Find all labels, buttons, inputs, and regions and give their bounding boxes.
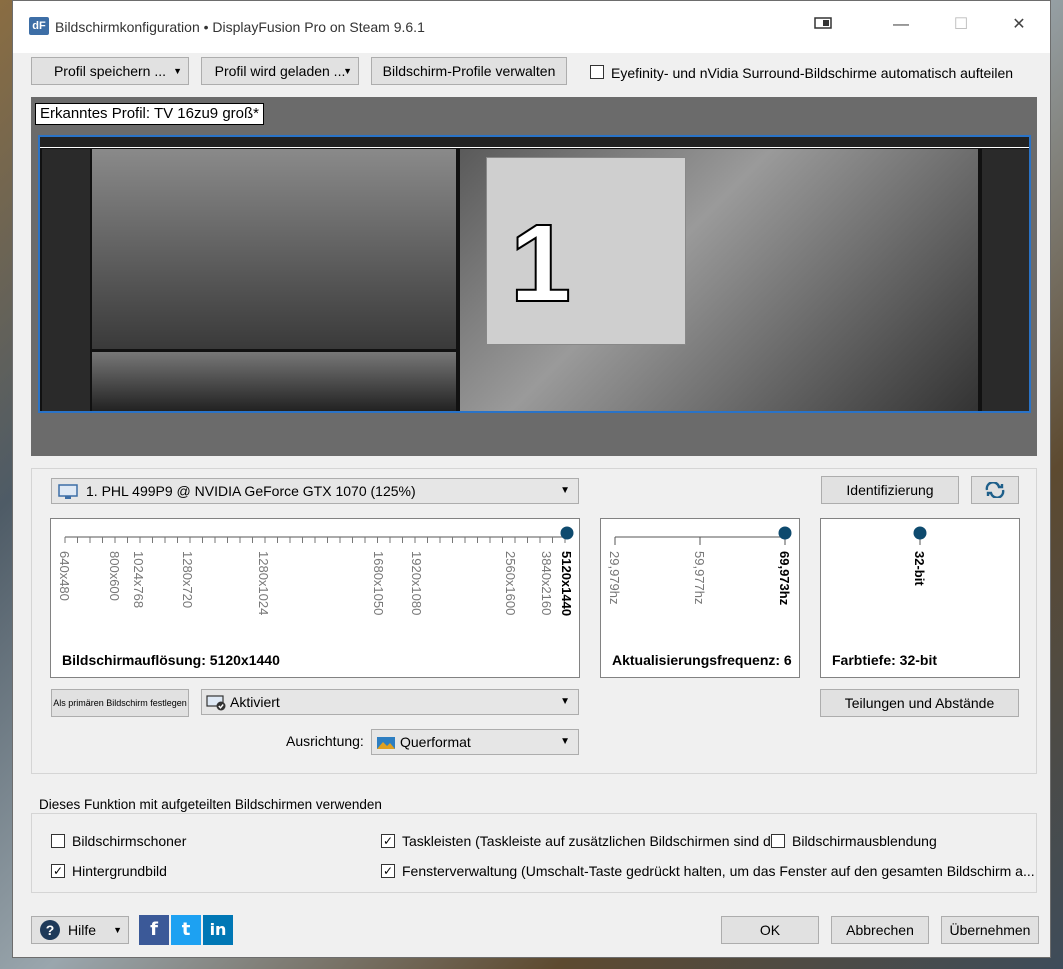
resolution-tick-label: 1280x1024 xyxy=(256,551,271,616)
chevron-down-icon: ▼ xyxy=(113,925,122,935)
resolution-slider-box: 640x480 800x600 1024x768 1280x720 1280x1024 1… xyxy=(50,518,580,678)
eyefinity-label: Eyefinity- und nVidia Surround-Bildschir… xyxy=(611,65,1014,81)
minimize-icon[interactable]: — xyxy=(881,9,921,41)
taskbar-strip xyxy=(40,137,1029,148)
linkedin-icon[interactable]: in xyxy=(203,915,233,945)
app-icon: dF xyxy=(29,17,49,35)
load-profile-label: Profil wird geladen ... xyxy=(214,63,346,79)
right-widget-pane xyxy=(982,149,1029,411)
resolution-tick-label: 1024x768 xyxy=(131,551,146,609)
cancel-button[interactable]: Abbrechen xyxy=(831,916,929,944)
load-profile-button[interactable]: Profil wird geladen ... ▼ xyxy=(201,57,359,85)
refresh-tick-label: 59,977hz xyxy=(692,551,707,605)
resolution-tick-label: 800x600 xyxy=(107,551,122,601)
detected-profile-label: Erkanntes Profil: TV 16zu9 groß* xyxy=(35,103,264,125)
bear-wallpaper-pane: 1 xyxy=(460,149,978,411)
monitor-select[interactable]: 1. PHL 499P9 @ NVIDIA GeForce GTX 1070 (… xyxy=(51,478,579,504)
screensaver-label: Bildschirmschoner xyxy=(72,833,187,849)
splits-button[interactable]: Teilungen und Abstände xyxy=(820,689,1019,717)
monitor-icon xyxy=(58,484,78,499)
wallpaper-label: Hintergrundbild xyxy=(72,863,167,879)
resolution-tick-label: 2560x1600 xyxy=(503,551,518,616)
refresh-slider-thumb[interactable] xyxy=(778,526,792,540)
manage-profiles-button[interactable]: Bildschirm-Profile verwalten xyxy=(371,57,567,85)
refresh-tick-label: 29,979hz xyxy=(607,551,622,605)
monitor-number: 1 xyxy=(509,202,572,325)
ok-button[interactable]: OK xyxy=(721,916,819,944)
twitter-icon[interactable]: t xyxy=(171,915,201,945)
monitor-preview-area: Erkanntes Profil: TV 16zu9 groß* 1 xyxy=(31,97,1037,456)
status-select[interactable]: Aktiviert ▼ xyxy=(201,689,579,715)
chevron-down-icon: ▼ xyxy=(560,736,570,747)
landscape-icon xyxy=(377,737,395,749)
help-label: Hilfe xyxy=(68,922,97,938)
facebook-icon[interactable]: f xyxy=(139,915,169,945)
orientation-select[interactable]: Querformat ▼ xyxy=(371,729,579,755)
depth-slider-box: 32-bit Farbtiefe: 32-bit xyxy=(820,518,1020,678)
resolution-label: Bildschirmauflösung: 5120x1440 xyxy=(62,652,280,668)
refresh-slider-box: 29,979hz 59,977hz 69,973hz Aktualisierun… xyxy=(600,518,800,678)
orientation-value: Querformat xyxy=(400,734,471,750)
save-profile-button[interactable]: Profil speichern ... ▼ xyxy=(31,57,189,85)
resolution-tick-label: 1280x720 xyxy=(180,551,195,609)
chevron-down-icon: ▼ xyxy=(560,485,570,496)
chevron-down-icon: ▼ xyxy=(560,696,570,707)
resolution-slider-thumb[interactable] xyxy=(560,526,574,540)
bottom-left-pane xyxy=(92,352,456,411)
resolution-tick-label: 640x480 xyxy=(57,551,72,601)
monitor-1-preview[interactable]: 1 xyxy=(38,135,1031,413)
split-features-panel xyxy=(31,813,1037,893)
fading-label: Bildschirmausblendung xyxy=(792,833,937,849)
split-features-heading: Dieses Funktion mit aufgeteilten Bildsch… xyxy=(39,797,382,812)
help-button[interactable]: ? Hilfe ▼ xyxy=(31,916,129,944)
snap-icon[interactable] xyxy=(803,9,843,41)
wolf-wallpaper-pane xyxy=(92,149,456,349)
taskbars-checkbox[interactable]: ✓ xyxy=(381,834,395,848)
maximize-icon[interactable]: ☐ xyxy=(941,9,981,41)
depth-tick-label: 32-bit xyxy=(912,551,927,586)
resolution-tick-label: 3840x2160 xyxy=(539,551,554,616)
monitor-check-icon xyxy=(206,695,226,711)
window-management-label: Fensterverwaltung (Umschalt-Taste gedrüc… xyxy=(402,863,1035,879)
save-profile-label: Profil speichern ... xyxy=(53,63,167,79)
title-bar: dF Bildschirmkonfiguration • DisplayFusi… xyxy=(13,1,1050,53)
refresh-tick-label: 69,973hz xyxy=(777,551,792,606)
resolution-tick-label: 1920x1080 xyxy=(409,551,424,616)
close-icon[interactable]: ✕ xyxy=(999,9,1039,41)
wallpaper-checkbox[interactable]: ✓ xyxy=(51,864,65,878)
help-icon: ? xyxy=(40,920,60,940)
set-primary-button[interactable]: Als primären Bildschirm festlegen xyxy=(51,689,189,717)
depth-label: Farbtiefe: 32-bit xyxy=(832,652,938,668)
refresh-icon[interactable] xyxy=(971,476,1019,504)
orientation-label: Ausrichtung: xyxy=(286,733,364,749)
fading-checkbox[interactable] xyxy=(771,834,785,848)
taskbars-label: Taskleisten (Taskleiste auf zusätzlichen… xyxy=(402,833,783,849)
left-widget-pane xyxy=(42,149,90,411)
chevron-down-icon: ▼ xyxy=(173,66,182,76)
monitor-select-value: 1. PHL 499P9 @ NVIDIA GeForce GTX 1070 (… xyxy=(86,483,416,499)
screensaver-checkbox[interactable] xyxy=(51,834,65,848)
refresh-label: Aktualisierungsfrequenz: 6 xyxy=(612,652,792,668)
status-value: Aktiviert xyxy=(230,694,280,710)
resolution-tick-label: 1680x1050 xyxy=(371,551,386,616)
window-title: Bildschirmkonfiguration • DisplayFusion … xyxy=(55,19,425,35)
eyefinity-checkbox[interactable] xyxy=(590,65,604,79)
chevron-down-icon: ▼ xyxy=(343,66,352,76)
apply-button[interactable]: Übernehmen xyxy=(941,916,1039,944)
resolution-tick-label: 5120x1440 xyxy=(559,551,574,617)
configuration-window: dF Bildschirmkonfiguration • DisplayFusi… xyxy=(12,0,1051,958)
window-management-checkbox[interactable]: ✓ xyxy=(381,864,395,878)
identify-button[interactable]: Identifizierung xyxy=(821,476,959,504)
depth-slider-thumb[interactable] xyxy=(913,526,927,540)
